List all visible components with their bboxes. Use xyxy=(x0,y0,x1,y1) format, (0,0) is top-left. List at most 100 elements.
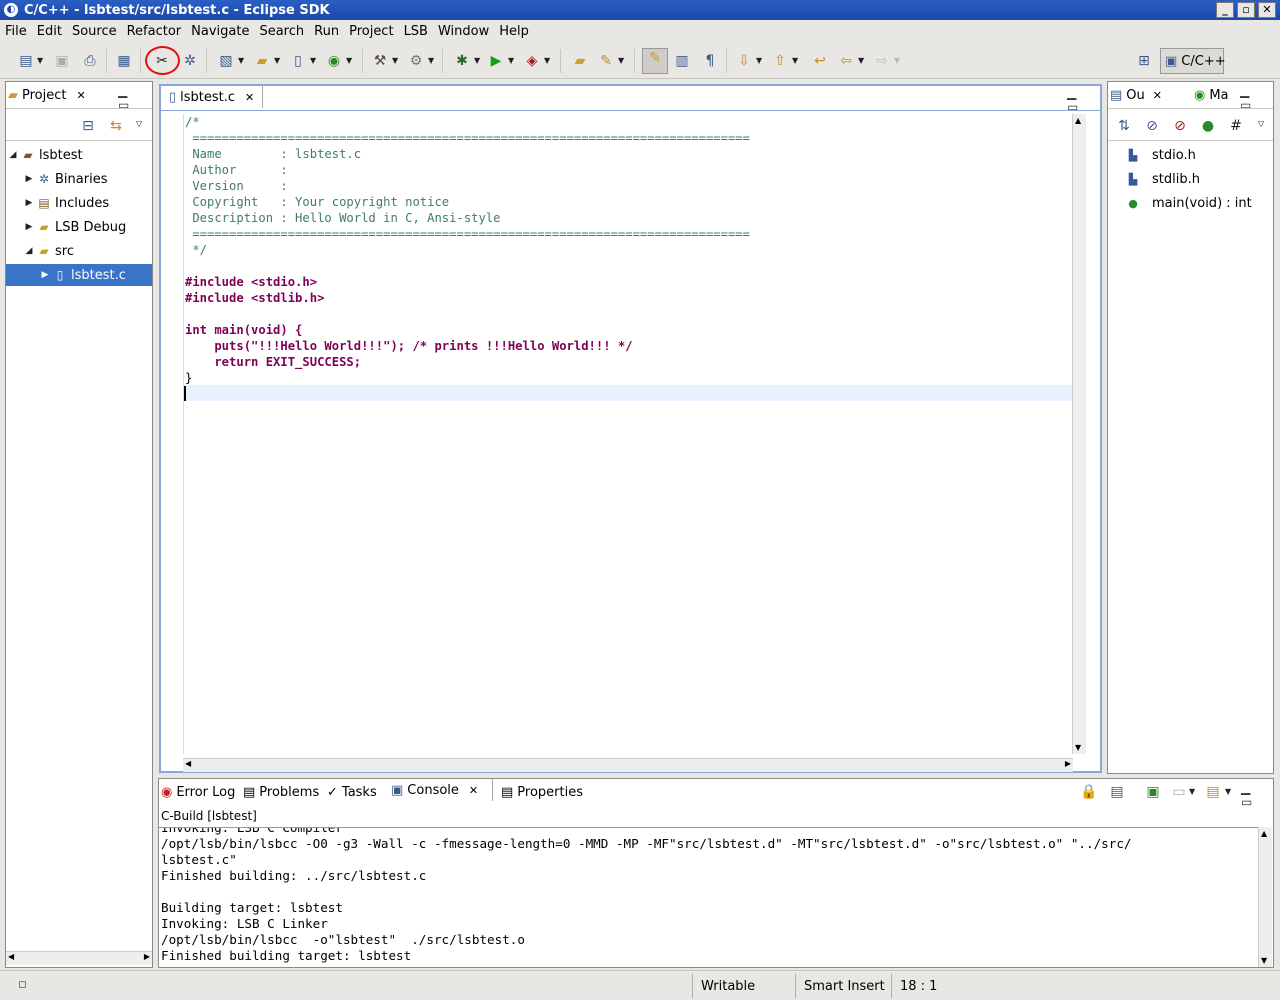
new-file-dropdown-icon[interactable]: ▼ xyxy=(310,52,316,70)
menu-run[interactable]: Run xyxy=(311,24,342,39)
outline-item[interactable]: ▙ stdio.h xyxy=(1126,144,1196,166)
save-icon[interactable]: ▣ xyxy=(52,52,72,70)
external-tools-dropdown-icon[interactable]: ▼ xyxy=(544,52,550,70)
tree-item-binaries[interactable]: ▶ ✲ Binaries xyxy=(6,168,152,190)
prev-annotation-icon[interactable]: ⇧ xyxy=(770,52,790,70)
menu-lsb[interactable]: LSB xyxy=(401,24,431,39)
menu-window[interactable]: Window xyxy=(435,24,492,39)
next-annotation-dropdown-icon[interactable]: ▼ xyxy=(756,52,762,70)
binary-icon[interactable]: ▦ xyxy=(114,52,134,70)
tab-problems[interactable]: ▤ Problems xyxy=(243,781,319,803)
open-console-icon[interactable]: ▤ xyxy=(1203,783,1223,801)
search-dropdown-icon[interactable]: ▼ xyxy=(618,52,624,70)
open-console-dropdown-icon[interactable]: ▼ xyxy=(1225,783,1231,801)
block-selection-icon[interactable]: ▥ xyxy=(672,52,692,70)
tab-project[interactable]: ▰ Project ✕ xyxy=(8,84,86,106)
scroll-right-icon[interactable]: ▶ xyxy=(144,952,150,961)
new-class-dropdown-icon[interactable]: ▼ xyxy=(346,52,352,70)
outline-item[interactable]: ▙ stdlib.h xyxy=(1126,168,1200,190)
expanded-arrow-icon[interactable]: ◢ xyxy=(22,246,36,256)
close-tab-icon[interactable]: ✕ xyxy=(245,91,254,104)
link-editor-icon[interactable]: ⇆ xyxy=(106,117,126,135)
next-annotation-icon[interactable]: ⇩ xyxy=(734,52,754,70)
forward-icon[interactable]: ⇨ xyxy=(872,52,892,70)
menu-help[interactable]: Help xyxy=(496,24,532,39)
new-folder-icon[interactable]: ▰ xyxy=(252,52,272,70)
search-icon[interactable]: ✎ xyxy=(596,52,616,70)
close-tab-icon[interactable]: ✕ xyxy=(1153,89,1162,102)
pin-console-icon[interactable]: ▣ xyxy=(1143,783,1163,801)
close-tab-icon[interactable]: ✕ xyxy=(469,784,478,797)
tab-outline[interactable]: ▤ Ou ✕ xyxy=(1110,84,1162,106)
tree-item-lsb-debug[interactable]: ▶ ▰ LSB Debug xyxy=(6,216,152,238)
external-tools-icon[interactable]: ◈ xyxy=(522,52,542,70)
hide-static-icon[interactable]: ⊘ xyxy=(1170,117,1190,135)
scroll-left-icon[interactable]: ◀ xyxy=(185,759,191,768)
project-hscrollbar[interactable]: ◀ ▶ xyxy=(6,951,152,965)
hide-macros-icon[interactable]: # xyxy=(1226,117,1246,135)
hide-nonpublic-icon[interactable]: ● xyxy=(1198,117,1218,135)
scroll-down-icon[interactable]: ▼ xyxy=(1075,743,1081,752)
view-menu-icon[interactable]: ▽ xyxy=(136,115,142,133)
menu-file[interactable]: File xyxy=(2,24,30,39)
target-icon[interactable]: ⚙ xyxy=(406,52,426,70)
sort-icon[interactable]: ⇅ xyxy=(1114,117,1134,135)
scroll-left-icon[interactable]: ◀ xyxy=(8,952,14,961)
tab-tasks[interactable]: ✓ Tasks xyxy=(327,781,377,803)
console-vscrollbar[interactable]: ▲ ▼ xyxy=(1258,827,1272,967)
tab-error-log[interactable]: ◉ Error Log xyxy=(161,781,235,803)
expanded-arrow-icon[interactable]: ◢ xyxy=(6,150,20,160)
console-output[interactable]: Invoking: LSB C Compiler /opt/lsb/bin/ls… xyxy=(159,827,1259,967)
hide-fields-icon[interactable]: ⊘ xyxy=(1142,117,1162,135)
scroll-lock-icon[interactable]: 🔒 xyxy=(1079,783,1099,801)
back-icon[interactable]: ⇦ xyxy=(836,52,856,70)
build-hammer-icon[interactable]: ⚒ xyxy=(370,52,390,70)
last-edit-icon[interactable]: ↩ xyxy=(810,52,830,70)
minimize-button[interactable]: _ xyxy=(1216,2,1234,18)
run-icon[interactable]: ▶ xyxy=(486,52,506,70)
collapsed-arrow-icon[interactable]: ▶ xyxy=(22,222,36,232)
tab-console[interactable]: ▣ Console ✕ xyxy=(387,779,494,801)
menu-edit[interactable]: Edit xyxy=(34,24,65,39)
debug-icon[interactable]: ✱ xyxy=(452,52,472,70)
back-dropdown-icon[interactable]: ▼ xyxy=(858,52,864,70)
new-class-icon[interactable]: ◉ xyxy=(324,52,344,70)
scroll-up-icon[interactable]: ▲ xyxy=(1075,116,1081,125)
menu-search[interactable]: Search xyxy=(256,24,307,39)
new-icon[interactable]: ▤ xyxy=(16,52,36,70)
fast-view-icon[interactable]: ▫ xyxy=(18,977,27,992)
prev-annotation-dropdown-icon[interactable]: ▼ xyxy=(792,52,798,70)
scroll-up-icon[interactable]: ▲ xyxy=(1261,829,1267,838)
clear-console-icon[interactable]: ▤ xyxy=(1107,783,1127,801)
tree-item-lsbtest[interactable]: ◢ ▰ lsbtest xyxy=(6,144,152,166)
scroll-right-icon[interactable]: ▶ xyxy=(1065,759,1071,768)
new-dropdown-icon[interactable]: ▼ xyxy=(37,52,43,70)
build-dropdown-icon[interactable]: ▼ xyxy=(392,52,398,70)
open-perspective-icon[interactable]: ⊞ xyxy=(1134,52,1154,70)
collapsed-arrow-icon[interactable]: ▶ xyxy=(22,174,36,184)
view-menu-icon[interactable]: ▽ xyxy=(1258,115,1264,133)
menu-navigate[interactable]: Navigate xyxy=(188,24,252,39)
mark-occurrences-icon[interactable]: ✎ xyxy=(642,48,668,74)
outline-item[interactable]: ● main(void) : int xyxy=(1126,192,1252,214)
new-project-dropdown-icon[interactable]: ▼ xyxy=(238,52,244,70)
tree-item-includes[interactable]: ▶ ▤ Includes xyxy=(6,192,152,214)
print-icon[interactable]: ⎙ xyxy=(80,52,100,70)
tab-properties[interactable]: ▤ Properties xyxy=(501,781,583,803)
tab-make-targets[interactable]: ◉ Ma xyxy=(1194,84,1229,106)
lsb-gear-icon[interactable]: ✲ xyxy=(180,52,200,70)
close-tab-icon[interactable]: ✕ xyxy=(76,89,85,102)
perspective-cpp-button[interactable]: ▣ C/C++ xyxy=(1160,48,1226,74)
collapsed-arrow-icon[interactable]: ▶ xyxy=(22,198,36,208)
new-project-icon[interactable]: ▧ xyxy=(216,52,236,70)
close-window-button[interactable]: ✕ xyxy=(1258,2,1276,18)
tree-item-lsbtest-c[interactable]: ▶ ▯ lsbtest.c xyxy=(6,264,152,286)
debug-dropdown-icon[interactable]: ▼ xyxy=(474,52,480,70)
new-folder-dropdown-icon[interactable]: ▼ xyxy=(274,52,280,70)
run-dropdown-icon[interactable]: ▼ xyxy=(508,52,514,70)
menu-source[interactable]: Source xyxy=(69,24,120,39)
collapsed-arrow-icon[interactable]: ▶ xyxy=(38,270,52,280)
tree-item-src[interactable]: ◢ ▰ src xyxy=(6,240,152,262)
new-file-icon[interactable]: ▯ xyxy=(288,52,308,70)
forward-dropdown-icon[interactable]: ▼ xyxy=(894,52,900,70)
